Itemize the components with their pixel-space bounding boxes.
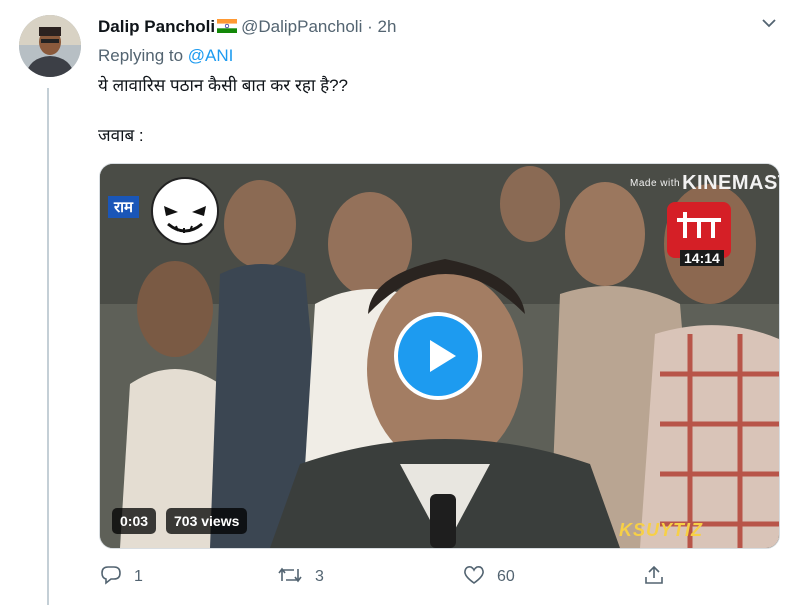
kinemaster-watermark: Made withKINEMASTER — [630, 172, 779, 195]
reply-action[interactable]: 1 — [100, 565, 143, 586]
tweet-text-line2: जवाब : — [98, 126, 144, 145]
tweet-header: Dalip Pancholi @DalipPancholi · 2h — [98, 17, 396, 37]
separator-dot: · — [367, 17, 373, 36]
retweet-action[interactable]: 3 — [277, 565, 324, 586]
like-icon — [464, 566, 484, 584]
like-action[interactable]: 60 — [463, 565, 515, 586]
video-player[interactable]: राम Made withKINEMASTER 14:14 0:03 703 v… — [99, 163, 780, 549]
reply-count: 1 — [134, 568, 143, 585]
channel-logo-icon — [151, 177, 219, 245]
user-handle[interactable]: @DalipPancholi — [241, 17, 362, 36]
channel-time-badge: 14:14 — [680, 250, 724, 266]
ticker-tag: राम — [108, 196, 139, 218]
share-action[interactable] — [643, 565, 677, 586]
video-duration: 0:03 — [112, 508, 157, 534]
replying-to: Replying to @ANI — [98, 46, 233, 66]
tweet-time[interactable]: 2h — [378, 17, 397, 36]
play-icon — [430, 340, 456, 372]
watermark-made-with: Made with — [630, 178, 681, 189]
tweet-actions: 1 3 60 — [0, 560, 800, 590]
replying-mention-link[interactable]: @ANI — [188, 46, 234, 65]
video-views: 703 views — [166, 508, 248, 534]
like-count: 60 — [497, 568, 515, 585]
avatar[interactable] — [19, 15, 81, 77]
bottom-watermark: KSUYTIZ — [619, 520, 704, 540]
replying-prefix: Replying to — [98, 46, 184, 65]
chevron-down-icon[interactable] — [762, 18, 776, 28]
play-button[interactable] — [394, 312, 482, 400]
share-icon — [645, 565, 663, 584]
retweet-icon — [278, 567, 302, 583]
india-flag-icon — [217, 19, 238, 33]
reply-icon — [101, 566, 121, 585]
watermark-app: KINEMASTER — [682, 172, 779, 194]
retweet-count: 3 — [315, 568, 324, 585]
tweet-text-line1: ये लावारिस पठान कैसी बात कर रहा है?? — [98, 76, 349, 95]
display-name[interactable]: Dalip Pancholi — [98, 17, 215, 36]
thread-line — [47, 88, 49, 605]
